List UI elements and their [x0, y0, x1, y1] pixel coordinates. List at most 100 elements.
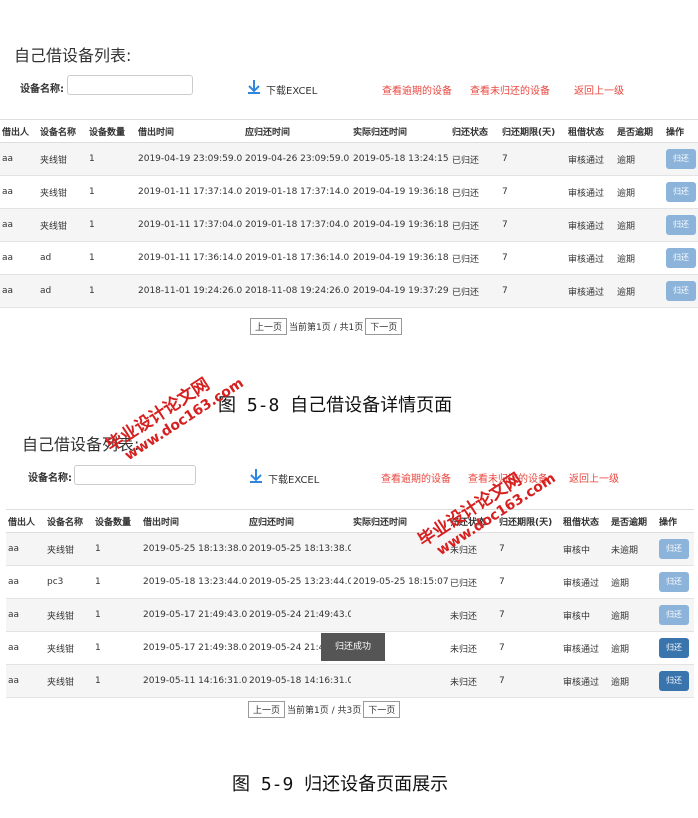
cell-action: 归还	[664, 241, 698, 275]
return-button[interactable]: 归还	[659, 539, 689, 559]
cell-return-status: 已归还	[450, 208, 500, 242]
table-row: aa 夹线钳 1 2019-01-11 17:37:14.0 2019-01-18 17…	[0, 175, 698, 209]
cell-device-qty: 1	[93, 565, 141, 599]
table-row: aa 夹线钳 1 2019-05-11 14:16:31.0 2019-05-18 14…	[6, 664, 694, 698]
cell-return-status: 未归还	[448, 598, 497, 632]
cell-device-name: 夹线钳	[45, 664, 93, 698]
cell-return-status: 已归还	[448, 565, 497, 599]
cell-return-period: 7	[500, 142, 566, 176]
panel-own-borrowed-details: 自己借设备列表: 设备名称: 下载EXCEL 查看逾期的设备 查看未归还的设备 …	[0, 0, 698, 340]
cell-due-time: 2019-04-26 23:09:59.0	[243, 142, 351, 176]
cell-device-qty: 1	[93, 631, 141, 665]
cell-device-name: ad	[38, 274, 87, 308]
table-row: aa pc3 1 2019-05-18 13:23:44.0 2019-05-25 13…	[6, 565, 694, 599]
prev-page-button[interactable]: 上一页	[250, 318, 288, 335]
cell-overdue: 逾期	[609, 565, 657, 599]
cell-action: 归还	[664, 274, 698, 308]
cell-due-time: 2019-01-18 17:36:14.0	[243, 241, 351, 275]
view-overdue-link[interactable]: 查看逾期的设备	[381, 470, 451, 485]
header-device-name: 设备名称	[38, 119, 87, 143]
figure-caption-5-9: 图 5-9 归还设备页面展示	[232, 774, 449, 795]
cell-borrow-time: 2019-05-25 18:13:38.0	[141, 532, 247, 566]
prev-page-button[interactable]: 上一页	[248, 701, 286, 718]
return-button[interactable]: 归还	[659, 605, 689, 625]
header-due-time: 应归还时间	[243, 119, 351, 143]
cell-due-time: 2019-01-18 17:37:14.0	[243, 175, 351, 209]
table-row: aa 夹线钳 1 2019-04-19 23:09:59.0 2019-04-26 23…	[0, 142, 698, 176]
cell-due-time: 2018-11-08 19:24:26.0	[243, 274, 351, 308]
cell-due-time: 2019-05-25 18:13:38.0	[247, 532, 351, 566]
cell-device-qty: 1	[93, 532, 141, 566]
cell-actual-return-time	[351, 664, 448, 698]
header-device-qty: 设备数量	[87, 119, 136, 143]
return-button[interactable]: 归还	[666, 215, 696, 235]
cell-actual-return-time: 2019-05-25 18:15:07	[351, 565, 448, 599]
return-button[interactable]: 归还	[659, 572, 689, 592]
page-info: 当前第1页 / 共1页	[289, 323, 364, 333]
next-page-button[interactable]: 下一页	[365, 318, 403, 335]
cell-lender: aa	[0, 274, 38, 308]
table-row: aa 夹线钳 1 2019-05-25 18:13:38.0 2019-05-25 18…	[6, 532, 694, 566]
cell-actual-return-time: 2019-04-19 19:36:18	[351, 175, 450, 209]
header-action: 操作	[657, 509, 694, 533]
return-button[interactable]: 归还	[666, 248, 696, 268]
header-rent-status: 租借状态	[566, 119, 615, 143]
view-overdue-link[interactable]: 查看逾期的设备	[382, 82, 452, 97]
cell-overdue: 逾期	[615, 142, 664, 176]
device-name-input[interactable]	[74, 465, 196, 485]
header-borrow-time: 借出时间	[141, 509, 247, 533]
cell-lender: aa	[6, 598, 45, 632]
header-overdue: 是否逾期	[609, 509, 657, 533]
table-row: aa 夹线钳 1 2019-05-17 21:49:43.0 2019-05-24 21…	[6, 598, 694, 632]
return-button[interactable]: 归还	[659, 638, 689, 658]
cell-borrow-time: 2019-05-18 13:23:44.0	[141, 565, 247, 599]
cell-rent-status: 审核通过	[561, 664, 609, 698]
return-button[interactable]: 归还	[659, 671, 689, 691]
cell-overdue: 逾期	[609, 598, 657, 632]
table-row: aa 夹线钳 1 2019-01-11 17:37:04.0 2019-01-18 17…	[0, 208, 698, 242]
cell-rent-status: 审核通过	[561, 631, 609, 665]
cell-actual-return-time: 2019-05-18 13:24:15	[351, 142, 450, 176]
cell-return-status: 已归还	[450, 241, 500, 275]
cell-return-period: 7	[500, 274, 566, 308]
back-link[interactable]: 返回上一级	[569, 470, 619, 485]
return-button[interactable]: 归还	[666, 149, 696, 169]
panel-return-device: 自己借设备列表: 设备名称: 下载EXCEL 查看逾期的设备 查看未归还的设备 …	[0, 425, 698, 735]
cell-return-period: 7	[497, 598, 561, 632]
cell-rent-status: 审核通过	[566, 175, 615, 209]
view-unreturned-link[interactable]: 查看未归还的设备	[470, 82, 550, 97]
cell-borrow-time: 2019-05-17 21:49:43.0	[141, 598, 247, 632]
header-device-qty: 设备数量	[93, 509, 141, 533]
table-row: aa ad 1 2018-11-01 19:24:26.0 2018-11-08 19:…	[0, 274, 698, 308]
cell-device-qty: 1	[87, 175, 136, 209]
cell-device-name: 夹线钳	[38, 208, 87, 242]
download-icon	[250, 469, 262, 483]
cell-device-qty: 1	[93, 598, 141, 632]
cell-device-qty: 1	[87, 274, 136, 308]
cell-overdue: 逾期	[615, 208, 664, 242]
page-info: 当前第1页 / 共3页	[287, 706, 362, 716]
cell-rent-status: 审核中	[561, 598, 609, 632]
header-lender: 借出人	[6, 509, 45, 533]
header-action: 操作	[664, 119, 698, 143]
download-excel-label: 下载EXCEL	[268, 475, 320, 486]
return-button[interactable]: 归还	[666, 182, 696, 202]
cell-due-time: 2019-05-25 13:23:44.0	[247, 565, 351, 599]
cell-action: 归还	[657, 631, 694, 665]
header-overdue: 是否逾期	[615, 119, 664, 143]
cell-return-period: 7	[497, 631, 561, 665]
table-header-row: 借出人 设备名称 设备数量 借出时间 应归还时间 实际归还时间 归还状态 归还期限(天) 租借状…	[6, 509, 694, 533]
success-toast: 归还成功	[321, 633, 385, 661]
cell-lender: aa	[6, 631, 45, 665]
cell-return-period: 7	[500, 208, 566, 242]
cell-device-qty: 1	[87, 241, 136, 275]
back-link[interactable]: 返回上一级	[574, 82, 624, 97]
device-name-label: 设备名称:	[20, 84, 64, 95]
cell-action: 归还	[657, 664, 694, 698]
cell-rent-status: 审核通过	[566, 274, 615, 308]
next-page-button[interactable]: 下一页	[363, 701, 401, 718]
return-button[interactable]: 归还	[666, 281, 696, 301]
device-name-input[interactable]	[67, 75, 193, 95]
cell-device-qty: 1	[87, 208, 136, 242]
page-title: 自己借设备列表:	[14, 46, 132, 65]
